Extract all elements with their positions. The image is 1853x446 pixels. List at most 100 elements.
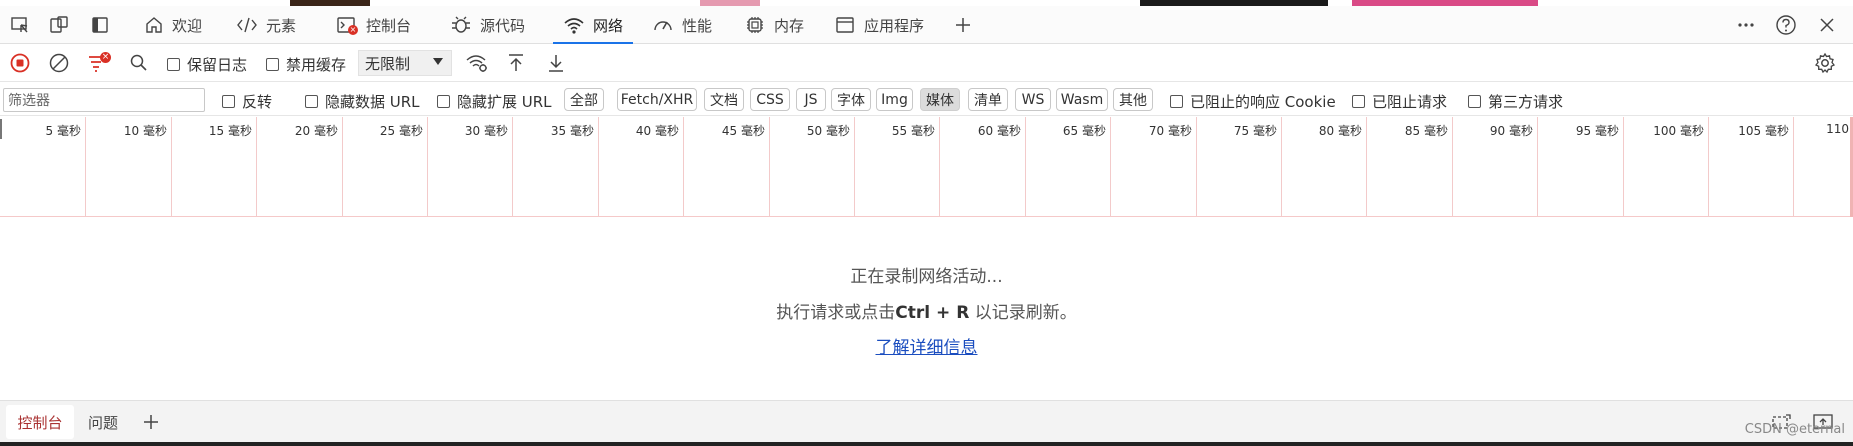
empty-state: 正在录制网络活动... 执行请求或点击Ctrl + R 以记录刷新。 了解详细信… [0,218,1853,400]
tab-memory[interactable]: 内存 [734,6,814,44]
tab-welcome[interactable]: 欢迎 [134,6,212,44]
timeline-gridline [1281,117,1282,217]
blocked-requests-checkbox[interactable]: 已阻止请求 [1352,91,1447,112]
help-icon[interactable] [1771,10,1801,40]
hide-data-url-box[interactable] [305,95,318,108]
tab-elements[interactable]: 元素 [226,6,306,44]
timeline-tick-label: 110 [1826,122,1849,136]
invert-label: 反转 [242,93,273,111]
tab-console[interactable]: × 控制台 [326,6,421,44]
blocked-cookies-label: 已阻止的响应 Cookie [1190,93,1336,111]
settings-gear-icon[interactable] [1810,48,1840,78]
type-filter-img[interactable]: Img [876,88,913,111]
type-filter-all[interactable]: 全部 [564,88,604,111]
learn-more-row: 了解详细信息 [0,333,1853,358]
type-filter-wasm[interactable]: Wasm [1056,88,1108,111]
timeline-gridline [1366,117,1367,217]
tab-application[interactable]: 应用程序 [824,6,934,44]
device-emulation-icon[interactable] [44,10,74,40]
tab-welcome-label: 欢迎 [172,16,203,35]
timeline-gridline [85,117,86,217]
timeline-overview[interactable]: 5 毫秒 10 毫秒 15 毫秒 20 毫秒 25 毫秒 30 毫秒 35 毫秒 40 毫秒 4… [0,117,1853,217]
timeline-tick-label: 90 毫秒 [1489,124,1533,138]
third-party-checkbox[interactable]: 第三方请求 [1468,91,1563,112]
wifi-icon [564,18,584,34]
tab-network[interactable]: 网络 [553,6,634,45]
search-icon[interactable] [124,48,154,78]
more-options-icon[interactable] [1731,10,1761,40]
hide-data-url-checkbox[interactable]: 隐藏数据 URL [305,91,420,112]
type-filter-css[interactable]: CSS [750,88,790,111]
type-filter-doc[interactable]: 文档 [704,88,744,111]
blocked-requests-box[interactable] [1352,95,1365,108]
record-stop-icon[interactable] [5,48,35,78]
type-filter-other[interactable]: 其他 [1113,88,1153,111]
blocked-requests-label: 已阻止请求 [1372,93,1448,111]
tab-memory-label: 内存 [774,16,805,35]
tab-console-label: 控制台 [366,16,412,35]
third-party-box[interactable] [1468,95,1481,108]
dock-sidebar-icon[interactable] [85,10,115,40]
timeline-gridline [1025,117,1026,217]
hide-extension-url-box[interactable] [437,95,450,108]
type-filter-fetch-xhr[interactable]: Fetch/XHR [617,88,697,111]
drawer-tab-console[interactable]: 控制台 [6,405,74,439]
filter-bar: 筛选器 反转 隐藏数据 URL 隐藏扩展 URL 全部 Fetch/XHR 文档… [0,82,1853,116]
tab-performance[interactable]: 性能 [642,6,722,44]
blocked-cookies-box[interactable] [1170,95,1183,108]
throttling-select[interactable]: 无限制 [358,50,452,76]
timeline-gridline [512,117,513,217]
throttling-value: 无限制 [365,54,411,73]
timeline-tick-label: 40 毫秒 [635,124,679,138]
reload-hint: 执行请求或点击Ctrl + R 以记录刷新。 [0,298,1853,323]
invert-checkbox[interactable]: 反转 [222,91,272,112]
hide-extension-url-checkbox[interactable]: 隐藏扩展 URL [437,91,552,112]
timeline-gridline [1452,117,1453,217]
timeline-tick-label: 25 毫秒 [379,124,423,138]
filter-active-icon[interactable]: × [84,48,114,78]
timeline-left-handle[interactable] [0,119,2,139]
timeline-gridline [769,117,770,217]
network-toolbar: × 保留日志 禁用缓存 无限制 [0,44,1853,82]
blocked-cookies-checkbox[interactable]: 已阻止的响应 Cookie [1170,91,1336,112]
filter-placeholder: 筛选器 [8,93,50,109]
timeline-tick-label: 100 毫秒 [1653,124,1704,138]
timeline-gridline [1537,117,1538,217]
tab-performance-label: 性能 [682,16,713,35]
console-error-icon: × [336,15,358,35]
preserve-log-box[interactable] [167,58,180,71]
learn-more-link[interactable]: 了解详细信息 [876,338,978,358]
clear-icon[interactable] [44,48,74,78]
type-filter-js[interactable]: JS [796,88,826,111]
code-icon [237,17,257,33]
timeline-gridline [1708,117,1709,217]
hide-data-url-label: 隐藏数据 URL [325,93,420,111]
type-filter-font[interactable]: 字体 [831,88,871,111]
timeline-tick-label: 10 毫秒 [123,124,167,138]
preserve-log-checkbox[interactable]: 保留日志 [167,54,247,75]
disable-cache-box[interactable] [266,58,279,71]
type-filter-manifest[interactable]: 清单 [968,88,1008,111]
add-tab-icon[interactable] [948,10,978,40]
type-filter-ws[interactable]: WS [1015,88,1051,111]
add-drawer-tab-icon[interactable] [136,407,166,437]
tab-network-label: 网络 [593,16,624,35]
drawer-tab-issues[interactable]: 问题 [80,405,126,439]
export-har-icon[interactable] [541,48,571,78]
timeline-tick-label: 105 毫秒 [1738,124,1789,138]
devtools-window: 欢迎 元素 × 控制台 源代码 网络 性能 内存 应用程序 × 保留日志 禁用缓… [0,0,1853,446]
invert-box[interactable] [222,95,235,108]
filter-input[interactable]: 筛选器 [3,88,205,112]
timeline-gridline [171,117,172,217]
import-har-icon[interactable] [501,48,531,78]
close-devtools-icon[interactable] [1812,10,1842,40]
inspect-element-icon[interactable] [5,10,35,40]
gauge-icon [654,21,672,31]
network-conditions-icon[interactable] [462,48,492,78]
disable-cache-checkbox[interactable]: 禁用缓存 [266,54,346,75]
timeline-tick-label: 50 毫秒 [806,124,850,138]
tab-application-label: 应用程序 [864,16,925,35]
type-filter-media[interactable]: 媒体 [920,88,960,111]
tab-sources[interactable]: 源代码 [440,6,535,44]
bug-icon [452,16,470,33]
